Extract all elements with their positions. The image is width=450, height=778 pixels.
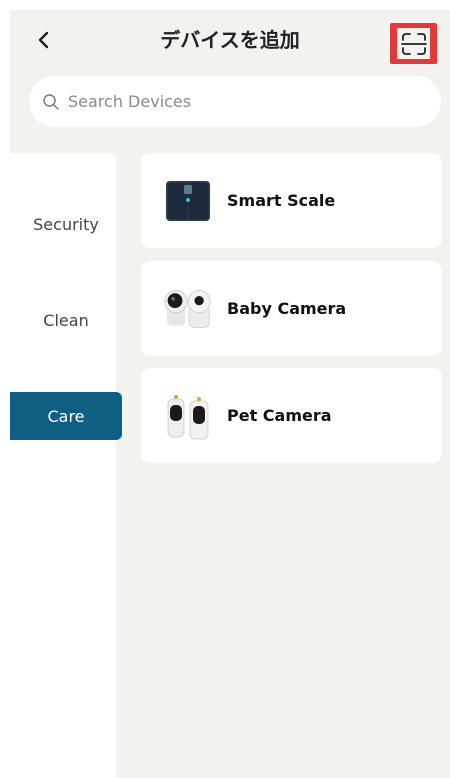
device-label: Smart Scale xyxy=(227,191,336,210)
category-security[interactable]: Security xyxy=(10,200,122,248)
add-device-screen: デバイスを追加 Security Clean Care xyxy=(10,10,450,778)
device-label: Pet Camera xyxy=(227,406,332,425)
device-card-baby-camera[interactable]: Baby Camera xyxy=(141,261,442,356)
search-input[interactable] xyxy=(68,92,408,111)
category-label: Care xyxy=(47,406,85,426)
category-care[interactable]: Care xyxy=(10,392,122,440)
search-bar[interactable] xyxy=(29,76,441,127)
baby-camera-icon xyxy=(163,284,213,334)
category-label: Security xyxy=(33,214,99,234)
page-title: デバイスを追加 xyxy=(160,28,300,52)
category-label: Clean xyxy=(43,310,89,330)
category-sidebar: Security Clean xyxy=(10,153,116,778)
scan-icon xyxy=(400,32,427,55)
pet-camera-icon xyxy=(163,391,213,441)
device-card-smart-scale[interactable]: Smart Scale xyxy=(141,153,442,248)
header: デバイスを追加 xyxy=(10,10,450,68)
category-clean[interactable]: Clean xyxy=(10,296,122,344)
smart-scale-icon xyxy=(163,176,213,226)
device-card-pet-camera[interactable]: Pet Camera xyxy=(141,368,442,463)
search-icon xyxy=(42,92,62,112)
device-label: Baby Camera xyxy=(227,299,347,318)
scan-button[interactable] xyxy=(390,23,437,64)
